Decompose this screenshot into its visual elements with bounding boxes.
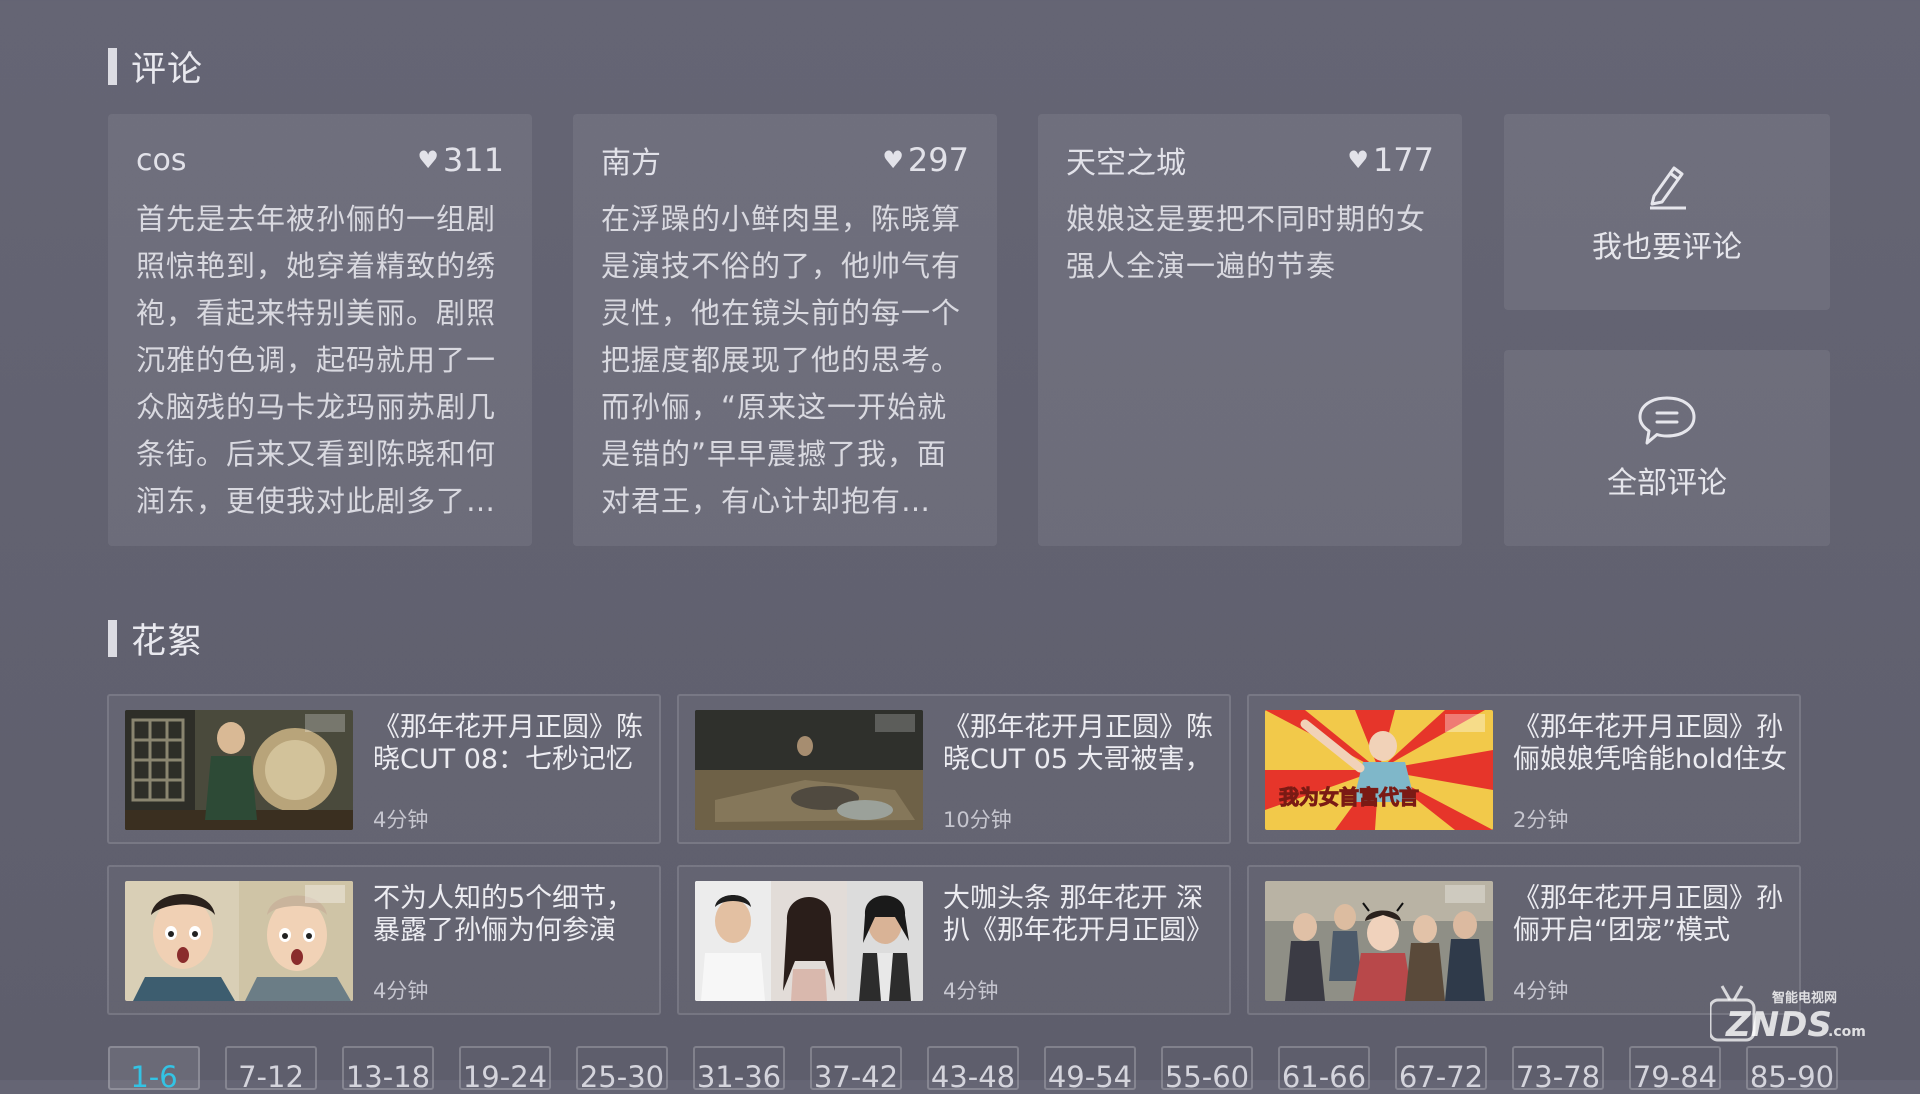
comments-title-text: 评论: [131, 49, 204, 90]
video-title: 《那年花开月正圆》陈晓CUT 05 大哥被害，: [943, 712, 1213, 775]
section-marker: [108, 619, 117, 657]
video-title: 《那年花开月正圆》陈晓CUT 08：七秒记忆: [373, 712, 643, 775]
page-range-button[interactable]: 49-54: [1044, 1046, 1136, 1094]
heart-icon: ♥: [417, 146, 439, 174]
watermark-brand: ZNDS: [1725, 1005, 1832, 1045]
page-range-button[interactable]: 73-78: [1512, 1046, 1604, 1094]
likes-count: 177: [1372, 141, 1434, 179]
page-range-button[interactable]: 85-90: [1746, 1046, 1838, 1094]
page-range-button[interactable]: 13-18: [342, 1046, 434, 1094]
likes-count: 297: [907, 141, 969, 179]
page-range-button[interactable]: 43-48: [927, 1046, 1019, 1094]
video-title: 《那年花开月正圆》孙俪开启“团宠”模式: [1513, 883, 1783, 946]
page-range-button[interactable]: 67-72: [1395, 1046, 1487, 1094]
video-thumbnail: [1265, 881, 1493, 1001]
comment-card[interactable]: cos ♥ 311 首先是去年被孙俪的一组剧照惊艳到，她穿着精致的绣袍，看起来特…: [108, 114, 532, 546]
page-range-button[interactable]: 19-24: [459, 1046, 551, 1094]
heart-icon: ♥: [1347, 146, 1369, 174]
likes-count: 311: [442, 141, 504, 179]
video-duration: 4分钟: [943, 979, 999, 1003]
video-card[interactable]: 《那年花开月正圆》陈晓CUT 08：七秒记忆 4分钟: [107, 694, 661, 844]
video-card[interactable]: 《那年花开月正圆》陈晓CUT 05 大哥被害， 10分钟: [677, 694, 1231, 844]
page-range-button[interactable]: 37-42: [810, 1046, 902, 1094]
section-marker: [108, 47, 117, 85]
comment-user: 天空之城: [1066, 146, 1186, 181]
comments-section-title: 评论: [108, 46, 203, 90]
video-thumbnail: [695, 881, 923, 1001]
comment-card[interactable]: 天空之城 ♥ 177 娘娘这是要把不同时期的女强人全演一遍的节奏: [1038, 114, 1462, 546]
video-duration: 2分钟: [1513, 808, 1569, 832]
comment-likes: ♥ 177: [1347, 141, 1434, 179]
thumbnail-caption: 我为女首富代言: [1279, 785, 1419, 809]
video-thumbnail: [125, 881, 353, 1001]
comment-card[interactable]: 南方 ♥ 297 在浮躁的小鲜肉里，陈晓算是演技不俗的了，他帅气有灵性，他在镜头…: [573, 114, 997, 546]
all-comments-button[interactable]: 全部评论: [1504, 350, 1830, 546]
video-title: 不为人知的5个细节，暴露了孙俪为何参演: [373, 883, 634, 946]
comment-text: 在浮躁的小鲜肉里，陈晓算是演技不俗的了，他帅气有灵性，他在镜头前的每一个把握度都…: [601, 202, 962, 518]
video-duration: 10分钟: [943, 808, 1012, 832]
video-duration: 4分钟: [373, 808, 429, 832]
video-duration: 4分钟: [373, 979, 429, 1003]
clips-title-text: 花絮: [131, 621, 204, 662]
write-comment-button[interactable]: 我也要评论: [1504, 114, 1830, 310]
video-duration: 4分钟: [1513, 979, 1569, 1003]
page-range-button[interactable]: 61-66: [1278, 1046, 1370, 1094]
all-comments-label: 全部评论: [1607, 466, 1727, 501]
comment-text: 首先是去年被孙俪的一组剧照惊艳到，她穿着精致的绣袍，看起来特别美丽。剧照沉雅的色…: [136, 202, 497, 518]
video-card[interactable]: 不为人知的5个细节，暴露了孙俪为何参演 4分钟: [107, 865, 661, 1015]
video-card[interactable]: 大咖头条 那年花开 深扒《那年花开月正圆》 4分钟: [677, 865, 1231, 1015]
pencil-icon: [1650, 166, 1686, 210]
chat-bubble-icon: [1638, 396, 1696, 445]
video-thumbnail: 我为女首富代言: [1265, 710, 1493, 830]
video-title: 《那年花开月正圆》孙俪娘娘凭啥能hold住女: [1513, 712, 1788, 775]
comment-likes: ♥ 297: [882, 141, 969, 179]
clips-section-title: 花絮: [108, 618, 203, 662]
page-range-button[interactable]: 1-6: [108, 1046, 200, 1094]
comment-likes: ♥ 311: [417, 141, 504, 179]
video-thumbnail: [695, 710, 923, 830]
page-range-button[interactable]: 25-30: [576, 1046, 668, 1094]
heart-icon: ♥: [882, 146, 904, 174]
write-comment-label: 我也要评论: [1592, 230, 1742, 265]
video-title: 大咖头条 那年花开 深扒《那年花开月正圆》: [943, 883, 1213, 946]
page-range-button[interactable]: 55-60: [1161, 1046, 1253, 1094]
znds-watermark-logo: 智能电视网 ZNDS .com: [1708, 980, 1870, 1046]
comment-user: 南方: [601, 146, 661, 181]
video-thumbnail: [125, 710, 353, 830]
video-card[interactable]: 我为女首富代言 《那年花开月正圆》孙俪娘娘凭啥能hold住女 2分钟: [1247, 694, 1801, 844]
comment-user: cos: [136, 142, 187, 178]
episode-pager: 1-6 7-12 13-18 19-24 25-30 31-36 37-42 43-48 49-…: [108, 1046, 1863, 1094]
watermark-suffix: .com: [1828, 1024, 1866, 1040]
watermark-top-text: 智能电视网: [1772, 990, 1837, 1006]
page-range-button[interactable]: 7-12: [225, 1046, 317, 1094]
comment-text: 娘娘这是要把不同时期的女强人全演一遍的节奏: [1066, 202, 1427, 283]
page-range-button[interactable]: 79-84: [1629, 1046, 1721, 1094]
page-range-button[interactable]: 31-36: [693, 1046, 785, 1094]
